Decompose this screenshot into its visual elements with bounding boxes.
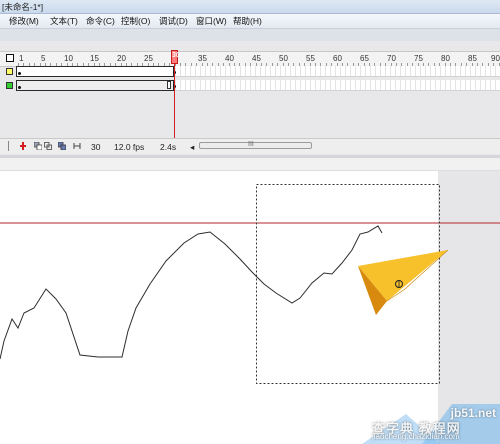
ruler-number: 60 (333, 54, 342, 63)
menu-item-command[interactable]: 命令(C) (86, 15, 115, 27)
center-frame-icon[interactable] (19, 142, 27, 150)
elapsed-time-readout: 2.4s (160, 142, 177, 152)
ruler-number: 45 (252, 54, 261, 63)
timeline-ruler[interactable]: 1 5 10 15 20 25 35 40 45 50 55 60 65 70 … (0, 51, 500, 67)
ruler-number: 90 (491, 54, 500, 63)
ruler-number: 20 (117, 54, 126, 63)
toolbar-strip (0, 29, 500, 41)
ruler-number: 10 (64, 54, 73, 63)
menu-item-window[interactable]: 窗口(W) (196, 15, 227, 27)
layer-row[interactable] (0, 66, 500, 77)
menu-item-text[interactable]: 文本(T) (50, 15, 78, 27)
layer-color-icon[interactable] (6, 82, 13, 89)
menu-item-debug[interactable]: 调试(D) (159, 15, 188, 27)
watermark-url-text: jiaocheng.chazidian.com (372, 432, 460, 441)
ruler-number: 25 (144, 54, 153, 63)
ruler-number: 15 (90, 54, 99, 63)
scrollbar-grip[interactable]: III (248, 141, 254, 148)
tween-span[interactable] (16, 66, 174, 77)
ruler-number: 5 (41, 54, 46, 63)
menu-item-help[interactable]: 帮助(H) (233, 15, 262, 27)
playhead-marker[interactable]: 30 (171, 50, 180, 64)
selection-bounding-box[interactable] (256, 184, 440, 384)
window-title: [未命名-1*] (2, 2, 44, 12)
keyframe-dot[interactable] (18, 86, 21, 89)
ruler-number: 65 (360, 54, 369, 63)
edit-multiple-frames-icon[interactable] (58, 142, 66, 150)
menu-item-modify[interactable]: 修改(M) (9, 15, 39, 27)
onion-skin-icon[interactable] (34, 142, 42, 150)
layer-row-selected[interactable] (0, 80, 500, 91)
keyframe-dot[interactable] (18, 72, 21, 75)
ruler-number: 50 (279, 54, 288, 63)
ruler-number: 75 (414, 54, 423, 63)
window-titlebar: [未命名-1*] (0, 0, 500, 14)
ruler-number: 35 (198, 54, 207, 63)
paper-plane-icon[interactable] (358, 249, 449, 315)
tween-span[interactable] (16, 80, 174, 91)
ruler-number: 1 (19, 54, 24, 63)
current-frame-readout: 30 (91, 142, 101, 152)
stage-drawing[interactable] (0, 171, 500, 444)
onion-skin-outline-icon[interactable] (44, 142, 52, 150)
menu-bar: 修改(M) 文本(T) 命令(C) 控制(O) 调试(D) 窗口(W) 帮助(H… (0, 14, 500, 29)
scroll-left-icon[interactable]: ◂ (190, 142, 194, 153)
ruler-number: 70 (387, 54, 396, 63)
timeline-scrollbar[interactable]: III (199, 141, 312, 149)
playhead-line (174, 64, 175, 140)
motion-guide-path[interactable] (0, 225, 383, 360)
playhead-frame-label: 30 (172, 52, 180, 59)
frame-rate-readout: 12.0 fps (114, 142, 145, 152)
outline-toggle-icon[interactable] (6, 54, 14, 62)
ruler-number: 80 (441, 54, 450, 63)
ruler-number: 85 (468, 54, 477, 63)
stage-edit-bar (0, 158, 500, 171)
footer-divider (8, 141, 9, 151)
ruler-number: 40 (225, 54, 234, 63)
ruler-number: 55 (306, 54, 315, 63)
menu-item-control[interactable]: 控制(O) (121, 15, 150, 27)
layer-color-icon[interactable] (6, 68, 13, 75)
modify-onion-markers-icon[interactable] (73, 142, 81, 150)
frame-end-icon[interactable] (167, 81, 171, 89)
